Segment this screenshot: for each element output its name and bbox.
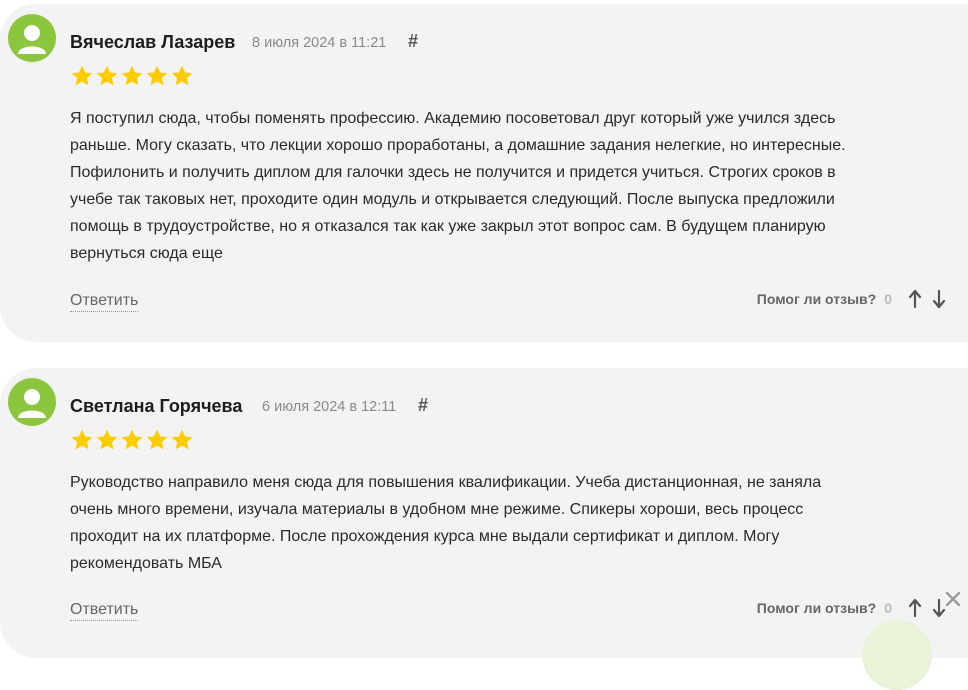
user-silhouette-icon xyxy=(18,25,46,54)
review-text-line: Я поступил сюда, чтобы поменять професси… xyxy=(70,110,836,127)
star-icon xyxy=(96,65,118,86)
helpful-count: 0 xyxy=(884,600,892,616)
review-text-line: очень много времени, изучала материалы в… xyxy=(70,501,804,518)
review-text-line: раньше. Могу сказать, что лекции хорошо … xyxy=(70,137,846,154)
star-icon xyxy=(171,429,193,450)
helpful-label: Помог ли отзыв? xyxy=(756,291,877,307)
star-icon xyxy=(146,429,168,450)
review-text-line: учебе так таковых нет, проходите один мо… xyxy=(70,191,835,208)
star-icon xyxy=(71,429,93,450)
review-text: Я поступил сюда, чтобы поменять професси… xyxy=(70,105,950,267)
star-icon xyxy=(71,65,93,86)
review-date: 8 июля 2024 в 11:21 xyxy=(252,35,387,51)
star-icon xyxy=(171,65,193,86)
reply-link[interactable]: Ответить xyxy=(70,601,139,621)
helpful-label: Помог ли отзыв? xyxy=(756,600,877,616)
review-text-line: Пофилонить и получить диплом для галочки… xyxy=(70,164,836,181)
rating-stars xyxy=(70,428,194,452)
rating-stars xyxy=(70,64,194,88)
close-icon[interactable] xyxy=(944,590,962,608)
arrow-up-icon[interactable] xyxy=(906,598,924,618)
star-icon xyxy=(121,65,143,86)
avatar xyxy=(8,14,56,62)
arrow-up-icon[interactable] xyxy=(906,289,924,309)
avatar xyxy=(8,378,56,426)
review-card: Вячеслав Лазарев 8 июля 2024 в 11:21 # Я… xyxy=(0,4,968,342)
review-text: Руководство направило меня сюда для повы… xyxy=(70,469,950,577)
review-text-line: Руководство направило меня сюда для повы… xyxy=(70,474,822,491)
review-author: Вячеслав Лазарев xyxy=(70,32,236,52)
reply-link[interactable]: Ответить xyxy=(70,292,139,312)
user-silhouette-icon xyxy=(18,389,46,418)
star-icon xyxy=(146,65,168,86)
review-card: Светлана Горячева 6 июля 2024 в 12:11 # … xyxy=(0,368,968,658)
review-text-line: проходит на их платформе. После прохожде… xyxy=(70,528,780,545)
review-date: 6 июля 2024 в 12:11 xyxy=(262,399,397,415)
review-author: Светлана Горячева xyxy=(70,396,243,416)
review-text-line: помощь в трудоустройстве, но я отказался… xyxy=(70,218,826,235)
star-icon xyxy=(121,429,143,450)
helpful-count: 0 xyxy=(884,291,892,307)
arrow-down-icon[interactable] xyxy=(930,289,948,309)
star-icon xyxy=(96,429,118,450)
review-text-line: вернуться сюда еще xyxy=(70,245,223,262)
helpful-vote: Помог ли отзыв? 0 xyxy=(757,289,948,309)
permalink-hash[interactable]: # xyxy=(418,395,428,416)
helpful-vote: Помог ли отзыв? 0 xyxy=(757,598,948,618)
permalink-hash[interactable]: # xyxy=(408,31,418,52)
review-text-line: рекомендовать МБА xyxy=(70,555,222,572)
